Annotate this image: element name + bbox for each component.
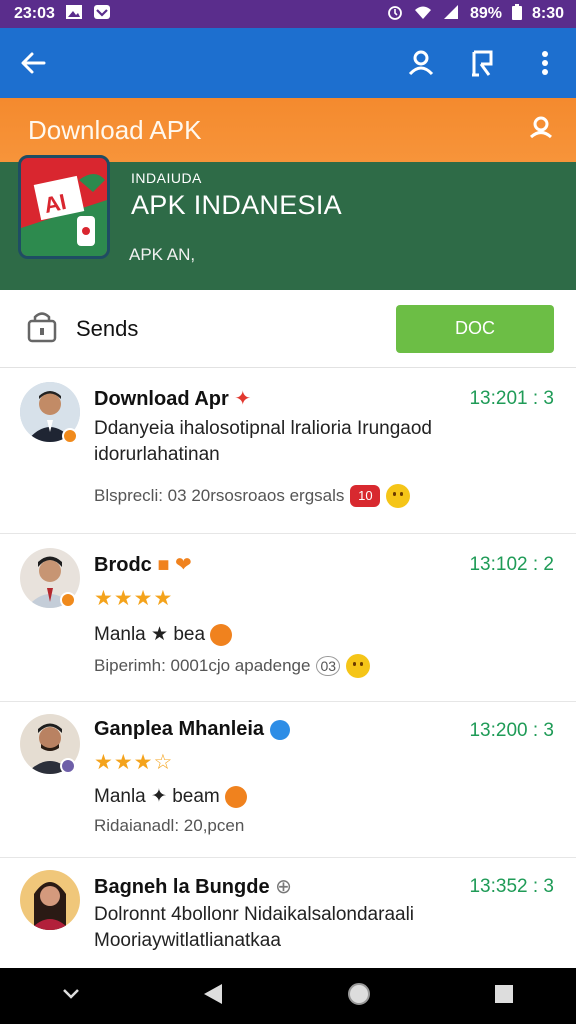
item-title: Brodc ■ ❤ (94, 554, 192, 576)
pin-icon: ⊕ (275, 876, 292, 898)
avatar (20, 870, 80, 930)
item-body: Manla ★ bea (94, 622, 534, 648)
status-time-right: 8:30 (531, 5, 564, 22)
list-item[interactable]: Ganplea Mhanleia 13:200 : 3 ★★★☆ Manla ✦… (0, 702, 576, 858)
item-time: 13:200 : 3 (469, 720, 554, 741)
emoji-icon (225, 785, 248, 808)
signal-icon (442, 4, 460, 25)
avatar-badge (62, 428, 78, 444)
avatar-badge (60, 592, 76, 608)
status-left: 23:03 (14, 4, 111, 25)
status-time-left: 23:03 (14, 5, 55, 22)
rating-stars: ★★★★ (94, 587, 174, 610)
app-name: APK INDANESIA (131, 190, 342, 220)
app-logo: AI (18, 155, 110, 259)
user-badge-icon[interactable] (528, 115, 554, 146)
recents-square-icon[interactable] (493, 983, 515, 1010)
item-meta: Biperimh: 0001cjo apadenge 03 (94, 654, 371, 678)
item-body: Ddanyeia ihalosotipnal lralioria Irungao… (94, 418, 432, 465)
app-bar (0, 28, 576, 98)
list-item[interactable]: Bagneh la Bungde ⊕ 13:352 : 3 Dolronnt 4… (0, 858, 576, 968)
smiley-icon[interactable] (346, 654, 371, 678)
app-bar-actions (404, 46, 562, 80)
navigation-bar (0, 968, 576, 1024)
battery-percent: 89% (469, 5, 502, 22)
app-small-label: INDAIUDA (131, 170, 202, 186)
verified-icon (269, 719, 290, 740)
person-icon[interactable] (404, 46, 438, 80)
list-item[interactable]: Brodc ■ ❤ 13:102 : 2 ★★★★ Manla ★ bea Bi… (0, 534, 576, 702)
back-arrow-icon[interactable] (16, 46, 50, 80)
fire-icon: ✦ (234, 388, 252, 410)
rating-stars: ★★★☆ (94, 751, 174, 774)
item-tag: 03 (316, 656, 341, 676)
section-row: Sends DOC (0, 290, 576, 368)
avatar-badge (60, 758, 76, 774)
alarm-icon (386, 4, 404, 25)
item-time: 13:201 : 3 (469, 388, 554, 409)
love-emoji-icon (210, 623, 233, 646)
more-vert-icon[interactable] (528, 46, 562, 80)
item-body: Dolronnt 4bollonr Nidaikalsalondaraali M… (94, 904, 415, 951)
wifi-icon (414, 4, 432, 25)
gift-icon: ■ (157, 554, 170, 576)
home-circle-icon[interactable] (346, 981, 372, 1012)
banner-title: Download APK (28, 114, 202, 145)
messenger-icon (93, 4, 111, 25)
item-title: Download Apr ✦ (94, 388, 252, 410)
item-title: Bagneh la Bungde ⊕ (94, 876, 292, 898)
banner-header: Download APK (0, 98, 576, 162)
back-triangle-icon[interactable] (202, 982, 224, 1011)
item-body: Manla ✦ beam (94, 784, 534, 810)
item-title: Ganplea Mhanleia (94, 718, 290, 741)
heart-icon: ❤ (175, 554, 192, 576)
status-bar: 23:03 89% 8:30 (0, 0, 576, 28)
gallery-icon (65, 4, 83, 25)
person-card-icon[interactable] (466, 46, 500, 80)
lock-icon (26, 309, 58, 348)
item-meta: Ridaianadl: 20,pcen (94, 816, 245, 835)
doc-button[interactable]: DOC (396, 304, 554, 353)
item-time: 13:352 : 3 (469, 876, 554, 897)
list-item[interactable]: Download Apr ✦ 13:201 : 3 Ddanyeia ihalo… (0, 368, 576, 534)
app-subtitle: APK AN, (129, 245, 196, 264)
item-meta: Blsprecli: 03 20rsosroaos ergsals 10 (94, 484, 411, 508)
status-right: 89% 8:30 (386, 3, 564, 25)
item-time: 13:102 : 2 (469, 554, 554, 575)
smiley-icon[interactable] (386, 484, 411, 508)
chevron-down-icon[interactable] (61, 987, 81, 1006)
battery-icon (511, 3, 522, 25)
section-label: Sends (76, 315, 139, 341)
item-tag: 10 (350, 485, 381, 507)
